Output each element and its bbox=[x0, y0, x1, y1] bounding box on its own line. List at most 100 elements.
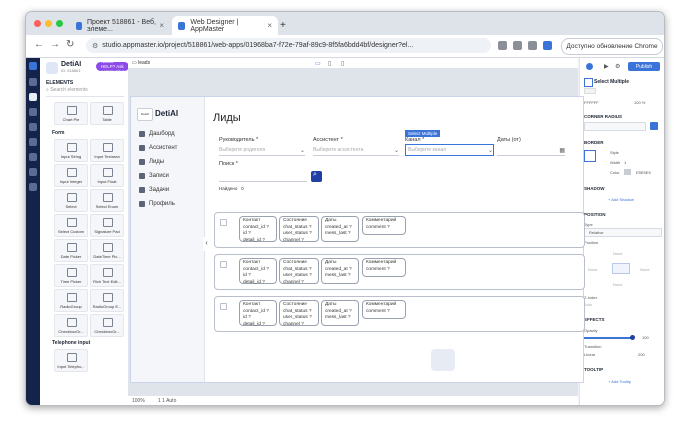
border-width-value[interactable]: 1 bbox=[624, 160, 626, 165]
menu-assistant[interactable]: Ассистент bbox=[139, 145, 177, 151]
element-card[interactable]: Time Picker bbox=[54, 264, 88, 287]
element-card[interactable]: Select Custom bbox=[54, 214, 88, 237]
element-card[interactable]: Input String bbox=[54, 139, 88, 162]
forward-icon[interactable]: → bbox=[50, 39, 60, 50]
element-card[interactable]: Signature Pad bbox=[90, 214, 124, 237]
new-tab-button[interactable]: + bbox=[280, 16, 292, 35]
fill-opacity[interactable]: 100 % bbox=[634, 100, 645, 105]
search-field[interactable] bbox=[219, 171, 307, 182]
extension-icon[interactable] bbox=[498, 41, 507, 50]
menu-leads[interactable]: Лиды bbox=[139, 159, 164, 165]
lead-row[interactable]: Контакт contact_id ? id ? detail_id ? Состоя… bbox=[214, 212, 585, 248]
mobile-view-icon[interactable]: ▯ bbox=[341, 60, 344, 67]
dates-input[interactable]: ▦ bbox=[497, 145, 565, 156]
back-icon[interactable]: ← bbox=[34, 39, 44, 50]
channel-select[interactable]: Выберите канал ⌄ bbox=[405, 144, 494, 156]
position-top[interactable]: None bbox=[613, 251, 623, 256]
fill-color[interactable]: FFFFFF bbox=[584, 100, 599, 105]
element-card[interactable]: Select Enum bbox=[90, 189, 124, 212]
appmaster-logo-icon[interactable] bbox=[29, 62, 37, 70]
element-card[interactable]: Input Telepho... bbox=[54, 349, 88, 372]
tab-project[interactable]: Проект 518861 - Веб, элеме... × bbox=[70, 16, 170, 35]
zoom-level[interactable]: 100% bbox=[132, 398, 145, 404]
data-icon[interactable] bbox=[29, 138, 37, 146]
row-checkbox[interactable] bbox=[220, 219, 227, 226]
desktop-view-icon[interactable]: ▭ bbox=[315, 60, 321, 67]
lead-contact-cell: Контакт contact_id ? id ? detail_id ? bbox=[239, 216, 277, 243]
lead-row[interactable]: Контакт contact_id ? id ? detail_id ? Состоя… bbox=[214, 254, 585, 290]
element-card[interactable]: Select bbox=[54, 189, 88, 212]
manager-select[interactable]: Выберите родителя ⌄ bbox=[219, 145, 305, 156]
publish-button[interactable]: Publish bbox=[628, 62, 660, 71]
need-help-button[interactable]: NEED HELP? Ask community! bbox=[96, 59, 130, 74]
address-bar-row: ← → ↻ ⚙ studio.appmaster.io/project/5188… bbox=[26, 35, 664, 58]
element-card[interactable]: Input Textarea bbox=[90, 139, 124, 162]
element-card[interactable]: RadioGroup bbox=[54, 289, 88, 312]
element-card[interactable]: CheckboxGr... bbox=[54, 314, 88, 337]
elements-icon[interactable] bbox=[29, 93, 37, 101]
add-tooltip-button[interactable]: + Add Tooltip bbox=[608, 379, 631, 384]
position-type-select[interactable]: Relative bbox=[584, 228, 662, 237]
media-icon[interactable] bbox=[29, 168, 37, 176]
user-avatar[interactable] bbox=[586, 63, 593, 70]
reload-icon[interactable]: ↻ bbox=[66, 39, 74, 50]
element-card[interactable]: Table bbox=[90, 102, 124, 125]
element-card[interactable]: RadioGroup E... bbox=[90, 289, 124, 312]
transition-type[interactable]: Linear bbox=[584, 352, 595, 357]
extension-icon[interactable] bbox=[543, 41, 552, 50]
extension-icon[interactable] bbox=[513, 41, 522, 50]
position-left[interactable]: None bbox=[588, 267, 598, 272]
lead-row[interactable]: Контакт contact_id ? id ? detail_id ? Состоя… bbox=[214, 296, 585, 332]
menu-records[interactable]: Записи bbox=[139, 173, 169, 179]
position-bottom[interactable]: None bbox=[613, 282, 623, 287]
close-tab-icon[interactable]: × bbox=[267, 21, 272, 30]
row-checkbox[interactable] bbox=[220, 303, 227, 310]
layers-icon[interactable] bbox=[29, 123, 37, 131]
tablet-view-icon[interactable]: ▯ bbox=[328, 60, 331, 67]
element-card[interactable]: Input Integer bbox=[54, 164, 88, 187]
extension-icon[interactable] bbox=[528, 41, 537, 50]
maximize-window-icon[interactable] bbox=[56, 20, 63, 27]
opacity-slider-knob[interactable] bbox=[630, 335, 635, 340]
element-card[interactable]: Chart Pie bbox=[54, 102, 88, 125]
close-window-icon[interactable] bbox=[34, 20, 41, 27]
chrome-update-button[interactable]: Доступно обновление Chrome bbox=[561, 38, 663, 55]
pages-icon[interactable] bbox=[29, 108, 37, 116]
border-color-swatch[interactable] bbox=[624, 169, 631, 175]
search-button[interactable]: ⌕ bbox=[311, 171, 322, 182]
opacity-slider[interactable] bbox=[584, 337, 632, 339]
element-card[interactable]: Date Picker bbox=[54, 239, 88, 262]
opacity-value[interactable]: 100 bbox=[642, 335, 649, 340]
border-sides-icon[interactable] bbox=[584, 150, 596, 162]
site-info-icon[interactable]: ⚙ bbox=[92, 42, 98, 50]
menu-profile[interactable]: Профиль bbox=[139, 201, 175, 207]
corner-radius-input[interactable] bbox=[584, 122, 646, 131]
transition-duration[interactable]: 200 bbox=[638, 352, 645, 357]
search-elements-input[interactable]: ⌕ Search elements bbox=[46, 87, 124, 97]
element-card[interactable]: Input Float bbox=[90, 164, 124, 187]
border-color-value[interactable]: E5E5E5 bbox=[636, 170, 651, 175]
position-right[interactable]: None bbox=[640, 267, 650, 272]
link-corners-icon[interactable] bbox=[650, 122, 658, 130]
apps-icon[interactable] bbox=[29, 78, 37, 86]
url-input[interactable]: ⚙ studio.appmaster.io/project/518861/web… bbox=[86, 38, 491, 53]
element-card[interactable]: DateTime Pic... bbox=[90, 239, 124, 262]
logic-icon[interactable] bbox=[29, 153, 37, 161]
assistant-select[interactable]: Выберите ассистента ⌄ bbox=[313, 145, 399, 156]
minimize-window-icon[interactable] bbox=[45, 20, 52, 27]
element-type-icon bbox=[103, 168, 113, 177]
element-card[interactable]: Rich Text Edit... bbox=[90, 264, 124, 287]
menu-tasks[interactable]: Задачи bbox=[139, 187, 169, 193]
z-index-input[interactable]: Auto bbox=[584, 302, 592, 307]
tab-web-designer[interactable]: Web Designer | AppMaster × bbox=[172, 16, 278, 35]
inspector-panel: ▶ ⚙ Publish Select Multiple FFFFFF 100 %… bbox=[579, 58, 664, 405]
preview-icon[interactable]: ▶ bbox=[604, 63, 609, 70]
page-selector[interactable]: ▭ leads bbox=[132, 60, 150, 66]
element-card[interactable]: CheckboxGr... bbox=[90, 314, 124, 337]
menu-dashboard[interactable]: Дашборд bbox=[139, 131, 175, 137]
settings-icon[interactable] bbox=[29, 183, 37, 191]
add-shadow-button[interactable]: + Add Shadow bbox=[608, 197, 634, 202]
row-checkbox[interactable] bbox=[220, 261, 227, 268]
close-tab-icon[interactable]: × bbox=[159, 21, 164, 30]
settings-gear-icon[interactable]: ⚙ bbox=[615, 63, 620, 70]
